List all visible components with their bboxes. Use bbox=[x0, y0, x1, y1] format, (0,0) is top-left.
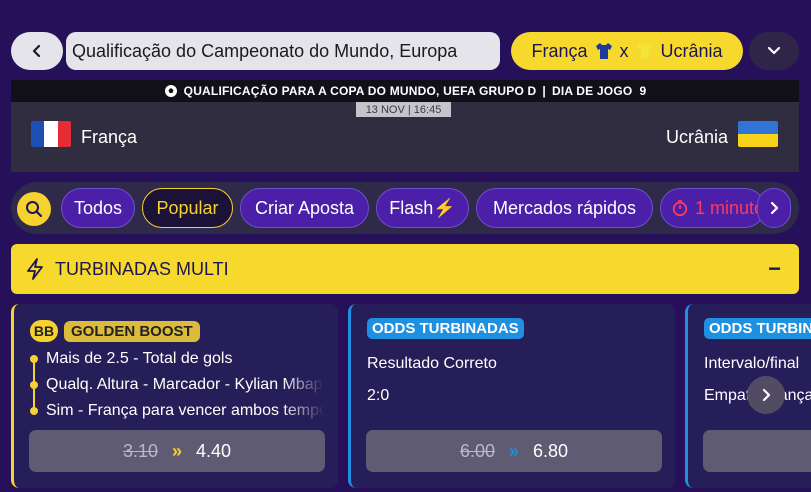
boost-card-golden[interactable]: BB GOLDEN BOOST Mais de 2.5 - Total de g… bbox=[11, 304, 338, 488]
odds-button[interactable]: 6.00 » 6.80 bbox=[366, 430, 662, 472]
tab-1-minuto[interactable]: 1 minuto bbox=[660, 188, 765, 228]
competition-line: QUALIFICAÇÃO PARA A COPA DO MUNDO, UEFA … bbox=[183, 84, 537, 98]
leg-dot bbox=[30, 355, 38, 363]
leg-item: Sim - França para vencer ambos tempos bbox=[46, 402, 324, 419]
search-button[interactable] bbox=[17, 192, 51, 226]
odds-button[interactable]: 3.10 » 4.40 bbox=[29, 430, 325, 472]
away-team-name: Ucrânia bbox=[665, 127, 728, 147]
bb-logo-icon: BB bbox=[30, 320, 58, 342]
golden-boost-badge: GOLDEN BOOST bbox=[64, 320, 200, 342]
home-team-label: França bbox=[531, 40, 588, 61]
odds-turbinadas-badge: ODDS TURBINADAS bbox=[367, 318, 524, 339]
tabs-next-button[interactable] bbox=[757, 188, 791, 228]
match-date: 13 NOV | 16:45 bbox=[356, 102, 451, 117]
odds-turbinadas-badge: ODDS TURBINADAS bbox=[704, 318, 811, 339]
france-flag-icon bbox=[31, 121, 71, 147]
strip-separator: | bbox=[542, 84, 546, 98]
expand-matches-button[interactable] bbox=[749, 32, 799, 70]
match-separator: x bbox=[619, 40, 629, 61]
back-button[interactable] bbox=[11, 32, 63, 70]
selection-name: 2:0 bbox=[367, 387, 390, 404]
chevron-down-icon bbox=[767, 46, 781, 55]
old-odds: 3.10 bbox=[122, 440, 158, 461]
new-odds: 4.40 bbox=[196, 440, 232, 461]
tab-flash[interactable]: Flash⚡ bbox=[376, 188, 469, 228]
old-odds: 6.00 bbox=[459, 440, 495, 461]
collapse-icon[interactable]: − bbox=[768, 256, 781, 282]
tab-popular[interactable]: Popular bbox=[142, 188, 233, 228]
france-jersey-icon bbox=[595, 43, 612, 59]
ukraine-flag-icon bbox=[738, 121, 778, 147]
new-odds: 6.80 bbox=[533, 440, 569, 461]
legs-list: Mais de 2.5 - Total de gols Qualq. Altur… bbox=[46, 348, 324, 426]
timer-icon bbox=[672, 199, 688, 217]
soccer-ball-icon bbox=[164, 85, 177, 97]
search-icon bbox=[26, 201, 43, 218]
boost-arrows-icon: » bbox=[508, 440, 519, 461]
chevron-left-icon bbox=[32, 44, 41, 58]
ukraine-jersey-icon bbox=[636, 43, 653, 59]
odds-button[interactable] bbox=[703, 430, 811, 472]
match-header: QUALIFICAÇÃO PARA A COPA DO MUNDO, UEFA … bbox=[11, 80, 799, 172]
competition-strip: QUALIFICAÇÃO PARA A COPA DO MUNDO, UEFA … bbox=[11, 80, 799, 102]
chevron-right-icon bbox=[762, 388, 771, 402]
away-team-label: Ucrânia bbox=[660, 40, 723, 61]
boost-card-odds[interactable]: ODDS TURBINADAS Resultado Correto 2:0 6.… bbox=[348, 304, 675, 488]
leg-item: Mais de 2.5 - Total de gols bbox=[46, 350, 233, 367]
tab-criar-aposta[interactable]: Criar Aposta bbox=[240, 188, 369, 228]
boost-arrows-icon: » bbox=[171, 440, 182, 461]
leg-dot bbox=[30, 381, 38, 389]
section-title: TURBINADAS MULTI bbox=[55, 258, 229, 279]
cards-next-button[interactable] bbox=[747, 376, 785, 414]
chevron-right-icon bbox=[770, 201, 779, 215]
tab-1-minuto-label: 1 minuto bbox=[694, 197, 764, 218]
market-name: Resultado Correto bbox=[367, 355, 497, 372]
leg-item: Qualq. Altura - Marcador - Kylian Mbappé bbox=[46, 376, 324, 393]
lightning-icon bbox=[27, 258, 43, 280]
matchday-label: DIA DE JOGO 9 bbox=[551, 84, 647, 98]
section-header-turbinadas[interactable]: TURBINADAS MULTI − bbox=[11, 244, 799, 294]
leg-dot bbox=[30, 407, 38, 415]
tab-mercados-rapidos[interactable]: Mercados rápidos bbox=[476, 188, 653, 228]
home-team-name: França bbox=[81, 127, 138, 147]
market-name: Intervalo/final bbox=[704, 355, 800, 372]
tab-todos[interactable]: Todos bbox=[61, 188, 135, 228]
competition-title[interactable]: Qualificação do Campeonato do Mundo, Eur… bbox=[66, 32, 500, 70]
match-selector[interactable]: França x Ucrânia bbox=[511, 32, 743, 70]
market-tabs: Todos Popular Criar Aposta Flash⚡ Mercad… bbox=[11, 182, 799, 234]
